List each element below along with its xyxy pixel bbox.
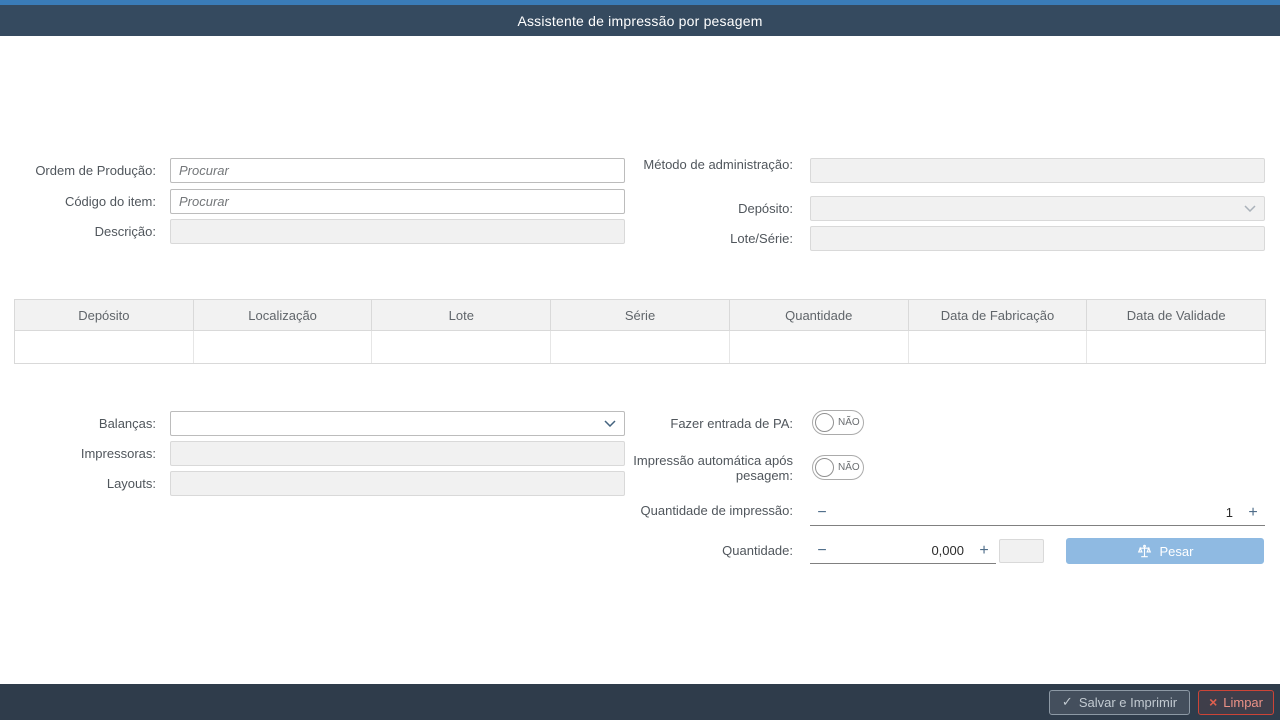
weighing-print-assistant-window: Assistente de impressão por pesagem Orde… [0,0,1280,720]
label-fazer-entrada-pa: Fazer entrada de PA: [630,416,793,431]
limpar-button[interactable]: × Limpar [1198,690,1274,715]
pesar-label: Pesar [1160,544,1194,559]
quantidade-impressao-value[interactable]: 1 [834,505,1241,520]
toggle-state-label: NÃO [838,462,860,473]
label-descricao: Descrição: [0,224,156,239]
label-impressao-automatica: Impressão automática após pesagem: [630,453,793,483]
lote-serie-input [810,226,1265,251]
label-codigo-item: Código do item: [0,194,156,209]
limpar-label: Limpar [1223,695,1263,710]
unit-field [999,539,1044,563]
impressoras-input [170,441,625,466]
page-title: Assistente de impressão por pesagem [517,13,762,29]
label-balancas: Balanças: [0,416,156,431]
chevron-down-icon [1244,205,1256,212]
app-header: Assistente de impressão por pesagem [0,5,1280,36]
label-metodo-administracao: Método de administração: [630,157,793,172]
deposito-select [810,196,1265,221]
column-header-data-validade: Data de Validade [1087,300,1265,330]
close-icon: × [1209,694,1217,710]
pesar-button[interactable]: Pesar [1066,538,1264,564]
salvar-imprimir-label: Salvar e Imprimir [1079,695,1177,710]
toggle-handle [815,413,834,432]
plus-icon[interactable]: + [972,542,996,560]
layouts-input [170,471,625,496]
label-quantidade-impressao: Quantidade de impressão: [630,503,793,518]
check-icon: ✓ [1062,694,1073,710]
codigo-item-input[interactable] [170,189,625,214]
quantidade-value[interactable]: 0,000 [834,543,972,558]
column-header-deposito: Depósito [15,300,194,330]
table-cell [551,331,730,363]
ordem-producao-input[interactable] [170,158,625,183]
table-header-row: Depósito Localização Lote Série Quantida… [15,300,1265,331]
quantidade-impressao-stepper: − 1 + [810,500,1265,526]
metodo-administracao-input [810,158,1265,183]
column-header-serie: Série [551,300,730,330]
balancas-select[interactable] [170,411,625,436]
label-quantidade: Quantidade: [630,543,793,558]
table-cell [909,331,1088,363]
quantidade-stepper: − 0,000 + [810,538,996,564]
label-layouts: Layouts: [0,476,156,491]
table-row [15,331,1265,363]
minus-icon[interactable]: − [810,504,834,522]
salvar-imprimir-button[interactable]: ✓ Salvar e Imprimir [1049,690,1190,715]
stock-table: Depósito Localização Lote Série Quantida… [14,299,1266,364]
label-ordem-producao: Ordem de Produção: [0,163,156,178]
fazer-entrada-pa-toggle[interactable]: NÃO [812,410,864,435]
toggle-state-label: NÃO [838,417,860,428]
column-header-lote: Lote [372,300,551,330]
chevron-down-icon [604,420,616,427]
descricao-input [170,219,625,244]
column-header-localizacao: Localização [194,300,373,330]
scale-icon [1137,544,1152,559]
impressao-automatica-toggle[interactable]: NÃO [812,455,864,480]
plus-icon[interactable]: + [1241,504,1265,522]
label-deposito: Depósito: [630,201,793,216]
minus-icon[interactable]: − [810,542,834,560]
label-lote-serie: Lote/Série: [630,231,793,246]
label-impressoras: Impressoras: [0,446,156,461]
footer-bar: ✓ Salvar e Imprimir × Limpar [0,684,1280,720]
table-cell [1087,331,1265,363]
table-cell [15,331,194,363]
table-cell [730,331,909,363]
table-cell [372,331,551,363]
table-cell [194,331,373,363]
column-header-quantidade: Quantidade [730,300,909,330]
column-header-data-fabricacao: Data de Fabricação [909,300,1088,330]
toggle-handle [815,458,834,477]
